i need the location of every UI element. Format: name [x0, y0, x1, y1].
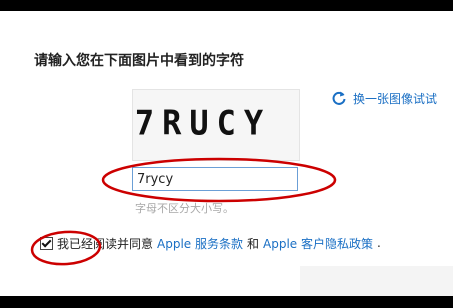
refresh-icon	[332, 91, 346, 105]
captcha-prompt: 请输入您在下面图片中看到的字符	[34, 53, 244, 69]
agreement-period: .	[377, 236, 381, 250]
agreement-text: 我已经阅读并同意	[57, 236, 154, 251]
agree-checkbox[interactable]	[40, 236, 53, 250]
top-black-bar	[0, 0, 453, 11]
privacy-policy-link[interactable]: Apple 客户隐私政策	[263, 235, 373, 252]
agreement-and-text: 和	[247, 236, 260, 251]
captcha-image: 7RUCY	[132, 89, 300, 161]
service-terms-link[interactable]: Apple 服务条款	[157, 235, 243, 252]
bottom-black-bar	[0, 296, 453, 308]
bottom-right-panel	[300, 266, 453, 296]
case-insensitive-hint: 字母不区分大小写。	[135, 202, 234, 215]
refresh-captcha-label: 换一张图像试试	[353, 91, 438, 106]
captcha-input[interactable]	[132, 167, 298, 191]
agreement-row: 我已经阅读并同意 Apple 服务条款 和 Apple 客户隐私政策 .	[40, 233, 381, 253]
refresh-captcha-button[interactable]: 换一张图像试试	[331, 88, 437, 108]
captcha-characters: 7RUCY	[134, 103, 272, 143]
